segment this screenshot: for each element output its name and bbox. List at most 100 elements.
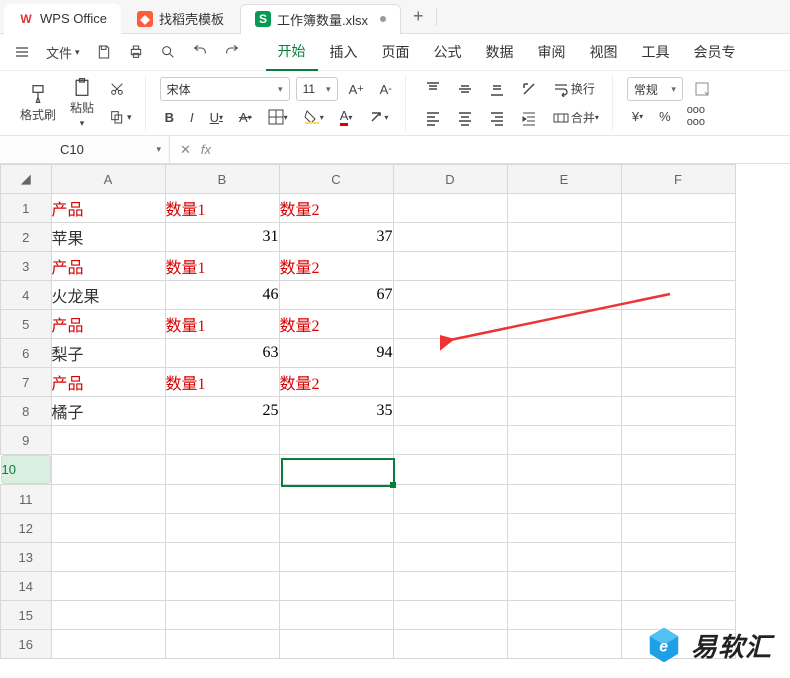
row-header[interactable]: 16 xyxy=(1,630,52,659)
fill-color-button[interactable]: ▾ xyxy=(299,106,329,128)
cell[interactable] xyxy=(507,455,621,485)
cell[interactable]: 37 xyxy=(279,223,393,252)
name-box[interactable]: C10 ▾ xyxy=(0,136,170,163)
row-header-selected[interactable]: 10 xyxy=(1,455,51,484)
cell[interactable] xyxy=(621,397,735,426)
cell[interactable]: 梨子 xyxy=(51,339,165,368)
align-middle-icon[interactable] xyxy=(452,78,478,100)
cell[interactable] xyxy=(507,310,621,339)
cell[interactable] xyxy=(621,194,735,223)
cell[interactable] xyxy=(51,426,165,455)
cell[interactable] xyxy=(621,514,735,543)
tab-view[interactable]: 视图 xyxy=(578,34,630,70)
menu-icon[interactable] xyxy=(8,40,36,64)
cell[interactable] xyxy=(393,485,507,514)
cell[interactable] xyxy=(165,485,279,514)
cell[interactable] xyxy=(621,339,735,368)
cell[interactable]: 苹果 xyxy=(51,223,165,252)
cell[interactable] xyxy=(393,601,507,630)
border-button[interactable]: ▾ xyxy=(263,106,293,128)
italic-button[interactable]: I xyxy=(185,107,199,128)
underline-button[interactable]: U▾ xyxy=(205,107,228,128)
cell[interactable] xyxy=(51,455,165,485)
cell[interactable] xyxy=(51,543,165,572)
app-tab-file[interactable]: S 工作簿数量.xlsx xyxy=(240,4,401,34)
cell[interactable] xyxy=(165,601,279,630)
cell[interactable]: 数量1 xyxy=(165,368,279,397)
orientation-icon[interactable] xyxy=(516,78,542,100)
cell[interactable] xyxy=(393,368,507,397)
cell[interactable]: 46 xyxy=(165,281,279,310)
add-tab-button[interactable]: + xyxy=(403,2,434,31)
cell[interactable] xyxy=(507,339,621,368)
bold-button[interactable]: B xyxy=(160,107,179,128)
row-header[interactable]: 4 xyxy=(1,281,52,310)
cell[interactable] xyxy=(621,368,735,397)
align-bottom-icon[interactable] xyxy=(484,78,510,100)
decrease-font-icon[interactable]: A- xyxy=(375,79,397,100)
col-header-d[interactable]: D xyxy=(393,165,507,194)
row-header[interactable]: 2 xyxy=(1,223,52,252)
cell[interactable] xyxy=(393,310,507,339)
tab-tools[interactable]: 工具 xyxy=(630,34,682,70)
row-header[interactable]: 15 xyxy=(1,601,52,630)
cell[interactable] xyxy=(507,281,621,310)
row-header[interactable]: 13 xyxy=(1,543,52,572)
cell[interactable] xyxy=(393,514,507,543)
cell[interactable]: 数量2 xyxy=(279,368,393,397)
cell[interactable] xyxy=(621,310,735,339)
cell[interactable] xyxy=(279,543,393,572)
redo-icon[interactable] xyxy=(218,40,246,64)
cell[interactable]: 31 xyxy=(165,223,279,252)
cell[interactable]: 数量2 xyxy=(279,252,393,281)
formula-input-area[interactable]: ✕ fx xyxy=(170,142,790,158)
cell[interactable] xyxy=(393,572,507,601)
font-name-select[interactable]: 宋体▾ xyxy=(160,77,290,101)
format-expand-icon[interactable] xyxy=(689,78,715,100)
cell[interactable] xyxy=(165,514,279,543)
cell[interactable]: 94 xyxy=(279,339,393,368)
row-header[interactable]: 3 xyxy=(1,252,52,281)
cell[interactable] xyxy=(279,455,393,485)
grid-table[interactable]: ◢ A B C D E F 1产品数量1数量2 2苹果3137 3产品数量1数量… xyxy=(0,164,736,659)
row-header[interactable]: 14 xyxy=(1,572,52,601)
cell[interactable] xyxy=(621,223,735,252)
row-header[interactable]: 9 xyxy=(1,426,52,455)
row-header[interactable]: 5 xyxy=(1,310,52,339)
align-center-icon[interactable] xyxy=(452,107,478,129)
select-all-corner[interactable]: ◢ xyxy=(1,165,52,194)
cell[interactable]: 产品 xyxy=(51,194,165,223)
cell[interactable] xyxy=(507,572,621,601)
thousands-button[interactable]: oooooo xyxy=(682,101,710,131)
cell[interactable] xyxy=(279,514,393,543)
cell[interactable] xyxy=(393,543,507,572)
merge-button[interactable]: 合并▾ xyxy=(548,106,604,129)
row-header[interactable]: 1 xyxy=(1,194,52,223)
cell[interactable] xyxy=(279,485,393,514)
tab-review[interactable]: 审阅 xyxy=(526,34,578,70)
tab-home[interactable]: 开始 xyxy=(266,33,318,71)
file-menu[interactable]: 文件▾ xyxy=(40,39,86,66)
cell[interactable] xyxy=(165,543,279,572)
increase-font-icon[interactable]: A+ xyxy=(344,79,369,100)
cell[interactable] xyxy=(279,572,393,601)
cell[interactable]: 数量1 xyxy=(165,194,279,223)
cell[interactable] xyxy=(507,426,621,455)
cell[interactable] xyxy=(621,572,735,601)
cell[interactable] xyxy=(621,485,735,514)
col-header-f[interactable]: F xyxy=(621,165,735,194)
cell[interactable]: 橘子 xyxy=(51,397,165,426)
clear-format-icon[interactable]: ▾ xyxy=(363,106,393,128)
tab-insert[interactable]: 插入 xyxy=(318,34,370,70)
undo-icon[interactable] xyxy=(186,40,214,64)
align-right-icon[interactable] xyxy=(484,107,510,129)
row-header[interactable]: 12 xyxy=(1,514,52,543)
paste-button[interactable]: 粘贴▾ xyxy=(66,75,98,131)
copy-icon[interactable]: ▾ xyxy=(104,106,137,128)
cell[interactable] xyxy=(51,485,165,514)
cell[interactable] xyxy=(393,339,507,368)
row-header[interactable]: 6 xyxy=(1,339,52,368)
cell[interactable]: 数量2 xyxy=(279,310,393,339)
cell[interactable] xyxy=(393,223,507,252)
cell[interactable] xyxy=(507,543,621,572)
